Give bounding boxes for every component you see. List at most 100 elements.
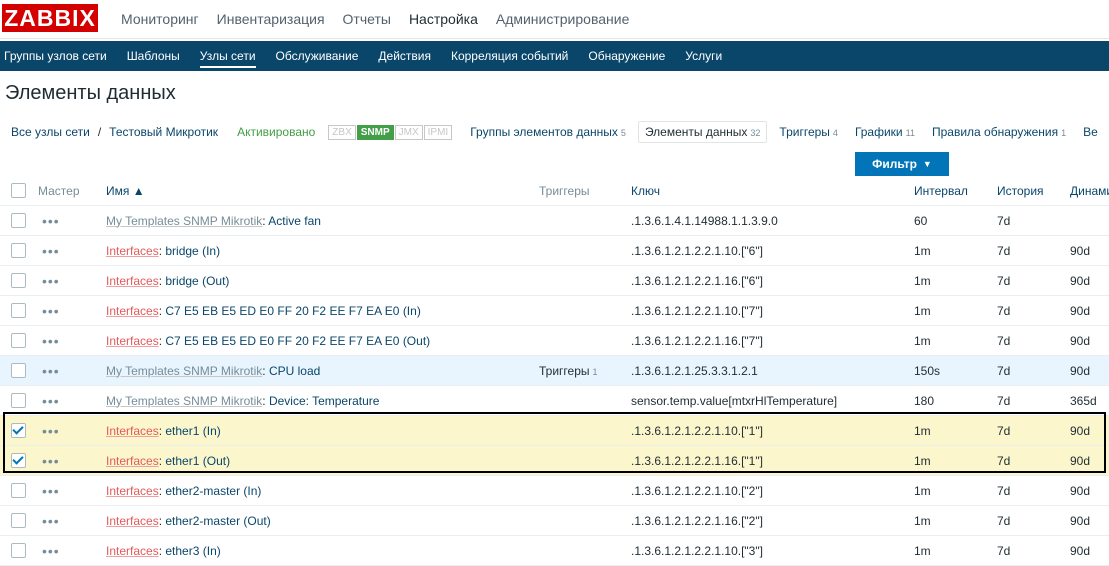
item-prefix-link[interactable]: My Templates SNMP Mikrotik [106, 364, 262, 378]
item-prefix-link[interactable]: Interfaces [106, 334, 159, 348]
item-name-link[interactable]: ether1 (Out) [165, 454, 230, 468]
sub-nav-host-groups[interactable]: Группы узлов сети [0, 41, 117, 71]
item-name-link[interactable]: bridge (Out) [165, 274, 229, 288]
item-prefix-link[interactable]: Interfaces [106, 244, 159, 258]
more-dots-icon[interactable]: ••• [42, 363, 60, 379]
breadcrumb-host[interactable]: Тестовый Микротик [109, 125, 218, 139]
more-dots-icon[interactable]: ••• [42, 483, 60, 499]
row-checkbox[interactable] [11, 333, 26, 349]
item-prefix-link[interactable]: Interfaces [106, 304, 159, 318]
item-triggers-link[interactable] [539, 454, 542, 468]
row-checkbox[interactable] [11, 303, 26, 319]
sub-nav-actions[interactable]: Действия [368, 41, 441, 71]
item-triggers-link[interactable] [539, 544, 542, 558]
sub-nav-event-correlation[interactable]: Корреляция событий [441, 41, 578, 71]
link-triggers[interactable]: Триггеры 4 [779, 125, 838, 139]
table-row: ••• My Templates SNMP Mikrotik: Device: T… [0, 385, 1109, 416]
link-graphs-count: 11 [905, 128, 915, 138]
more-dots-icon[interactable]: ••• [42, 213, 60, 229]
sub-nav-services[interactable]: Услуги [675, 41, 732, 71]
item-name-link[interactable]: Active fan [268, 214, 321, 228]
row-checkbox[interactable] [11, 273, 26, 289]
filter-label: Фильтр [872, 157, 917, 171]
filter-button[interactable]: Фильтр ▼ [855, 152, 949, 176]
link-items[interactable]: Элементы данных 32 [637, 121, 768, 143]
item-triggers-link[interactable] [539, 484, 542, 498]
header-history[interactable]: История [997, 176, 1070, 206]
header-name[interactable]: Имя ▲ [106, 176, 539, 206]
more-dots-icon[interactable]: ••• [42, 453, 60, 469]
link-discovery-rules[interactable]: Правила обнаружения 1 [932, 125, 1066, 139]
row-checkbox[interactable] [11, 423, 26, 439]
item-prefix-link[interactable]: Interfaces [106, 544, 159, 558]
more-dots-icon[interactable]: ••• [42, 243, 60, 259]
item-prefix-link[interactable]: Interfaces [106, 454, 159, 468]
item-name-link[interactable]: C7 E5 EB E5 ED E0 FF 20 F2 EE F7 EA E0 (… [165, 304, 420, 318]
row-checkbox[interactable] [11, 543, 26, 559]
item-prefix-link[interactable]: Interfaces [106, 424, 159, 438]
item-triggers-link[interactable] [539, 244, 542, 258]
sub-nav-maintenance[interactable]: Обслуживание [266, 41, 369, 71]
item-triggers-link[interactable] [539, 394, 542, 408]
item-triggers-link[interactable] [539, 214, 542, 228]
row-triggers-cell [539, 205, 631, 236]
row-checkbox[interactable] [11, 513, 26, 529]
link-discovery-rules-count: 1 [1061, 128, 1067, 138]
row-checkbox[interactable] [11, 483, 26, 499]
row-checkbox[interactable] [11, 393, 26, 409]
item-prefix-link[interactable]: Interfaces [106, 514, 159, 528]
row-checkbox[interactable] [11, 213, 26, 229]
more-dots-icon[interactable]: ••• [42, 543, 60, 559]
item-prefix-link[interactable]: Interfaces [106, 484, 159, 498]
item-prefix-link[interactable]: My Templates SNMP Mikrotik [106, 214, 262, 228]
item-name-link[interactable]: CPU load [269, 364, 320, 378]
more-dots-icon[interactable]: ••• [42, 393, 60, 409]
row-checkbox[interactable] [11, 243, 26, 259]
row-trends-cell: 90d [1070, 355, 1109, 386]
top-nav-configuration[interactable]: Настройка [400, 0, 487, 38]
header-key[interactable]: Ключ [631, 176, 914, 206]
table-row: ••• Interfaces: ether2-master (In) .1.3.6.… [0, 475, 1109, 506]
item-name-link[interactable]: ether2-master (In) [165, 484, 261, 498]
item-triggers-link[interactable] [539, 274, 542, 288]
item-triggers-link[interactable] [539, 334, 542, 348]
link-web[interactable]: Ве [1083, 125, 1098, 139]
more-dots-icon[interactable]: ••• [42, 303, 60, 319]
item-triggers-link[interactable] [539, 304, 542, 318]
sub-nav-discovery[interactable]: Обнаружение [578, 41, 675, 71]
top-nav-monitoring[interactable]: Мониторинг [112, 0, 208, 38]
item-name-link[interactable]: C7 E5 EB E5 ED E0 FF 20 F2 EE F7 EA E0 (… [165, 334, 430, 348]
item-prefix-link[interactable]: Interfaces [106, 274, 159, 288]
item-name-link[interactable]: ether2-master (Out) [165, 514, 270, 528]
link-applications[interactable]: Группы элементов данных 5 [470, 125, 626, 139]
header-trends[interactable]: Динами [1070, 176, 1109, 206]
top-nav-reports[interactable]: Отчеты [334, 0, 400, 38]
top-nav-inventory[interactable]: Инвентаризация [208, 0, 334, 38]
link-applications-label: Группы элементов данных [470, 125, 618, 139]
header-interval[interactable]: Интервал [914, 176, 997, 206]
link-graphs[interactable]: Графики 11 [855, 125, 915, 139]
item-name-link[interactable]: ether3 (In) [165, 544, 220, 558]
item-triggers-link[interactable] [539, 424, 542, 438]
more-dots-icon[interactable]: ••• [42, 423, 60, 439]
item-name-link[interactable]: Device: Temperature [269, 394, 380, 408]
breadcrumb-all-hosts[interactable]: Все узлы сети [11, 125, 90, 139]
row-checkbox[interactable] [11, 453, 26, 469]
link-triggers-count: 4 [832, 128, 838, 138]
item-triggers-link[interactable] [539, 514, 542, 528]
sub-nav-templates[interactable]: Шаблоны [117, 41, 190, 71]
more-dots-icon[interactable]: ••• [42, 273, 60, 289]
row-checkbox[interactable] [11, 363, 26, 379]
item-triggers-link[interactable]: Триггеры 1 [539, 364, 598, 378]
item-prefix-link[interactable]: My Templates SNMP Mikrotik [106, 394, 262, 408]
sub-nav-hosts[interactable]: Узлы сети [190, 41, 266, 71]
more-dots-icon[interactable]: ••• [42, 333, 60, 349]
row-interval-cell: 1m [914, 295, 997, 326]
select-all-checkbox[interactable] [11, 183, 26, 199]
more-dots-icon[interactable]: ••• [42, 513, 60, 529]
item-name-link[interactable]: ether1 (In) [165, 424, 220, 438]
item-name-link[interactable]: bridge (In) [165, 244, 220, 258]
top-nav-administration[interactable]: Администрирование [487, 0, 639, 38]
zabbix-logo[interactable]: ZABBIX [2, 4, 98, 32]
host-status[interactable]: Активировано [237, 125, 315, 139]
